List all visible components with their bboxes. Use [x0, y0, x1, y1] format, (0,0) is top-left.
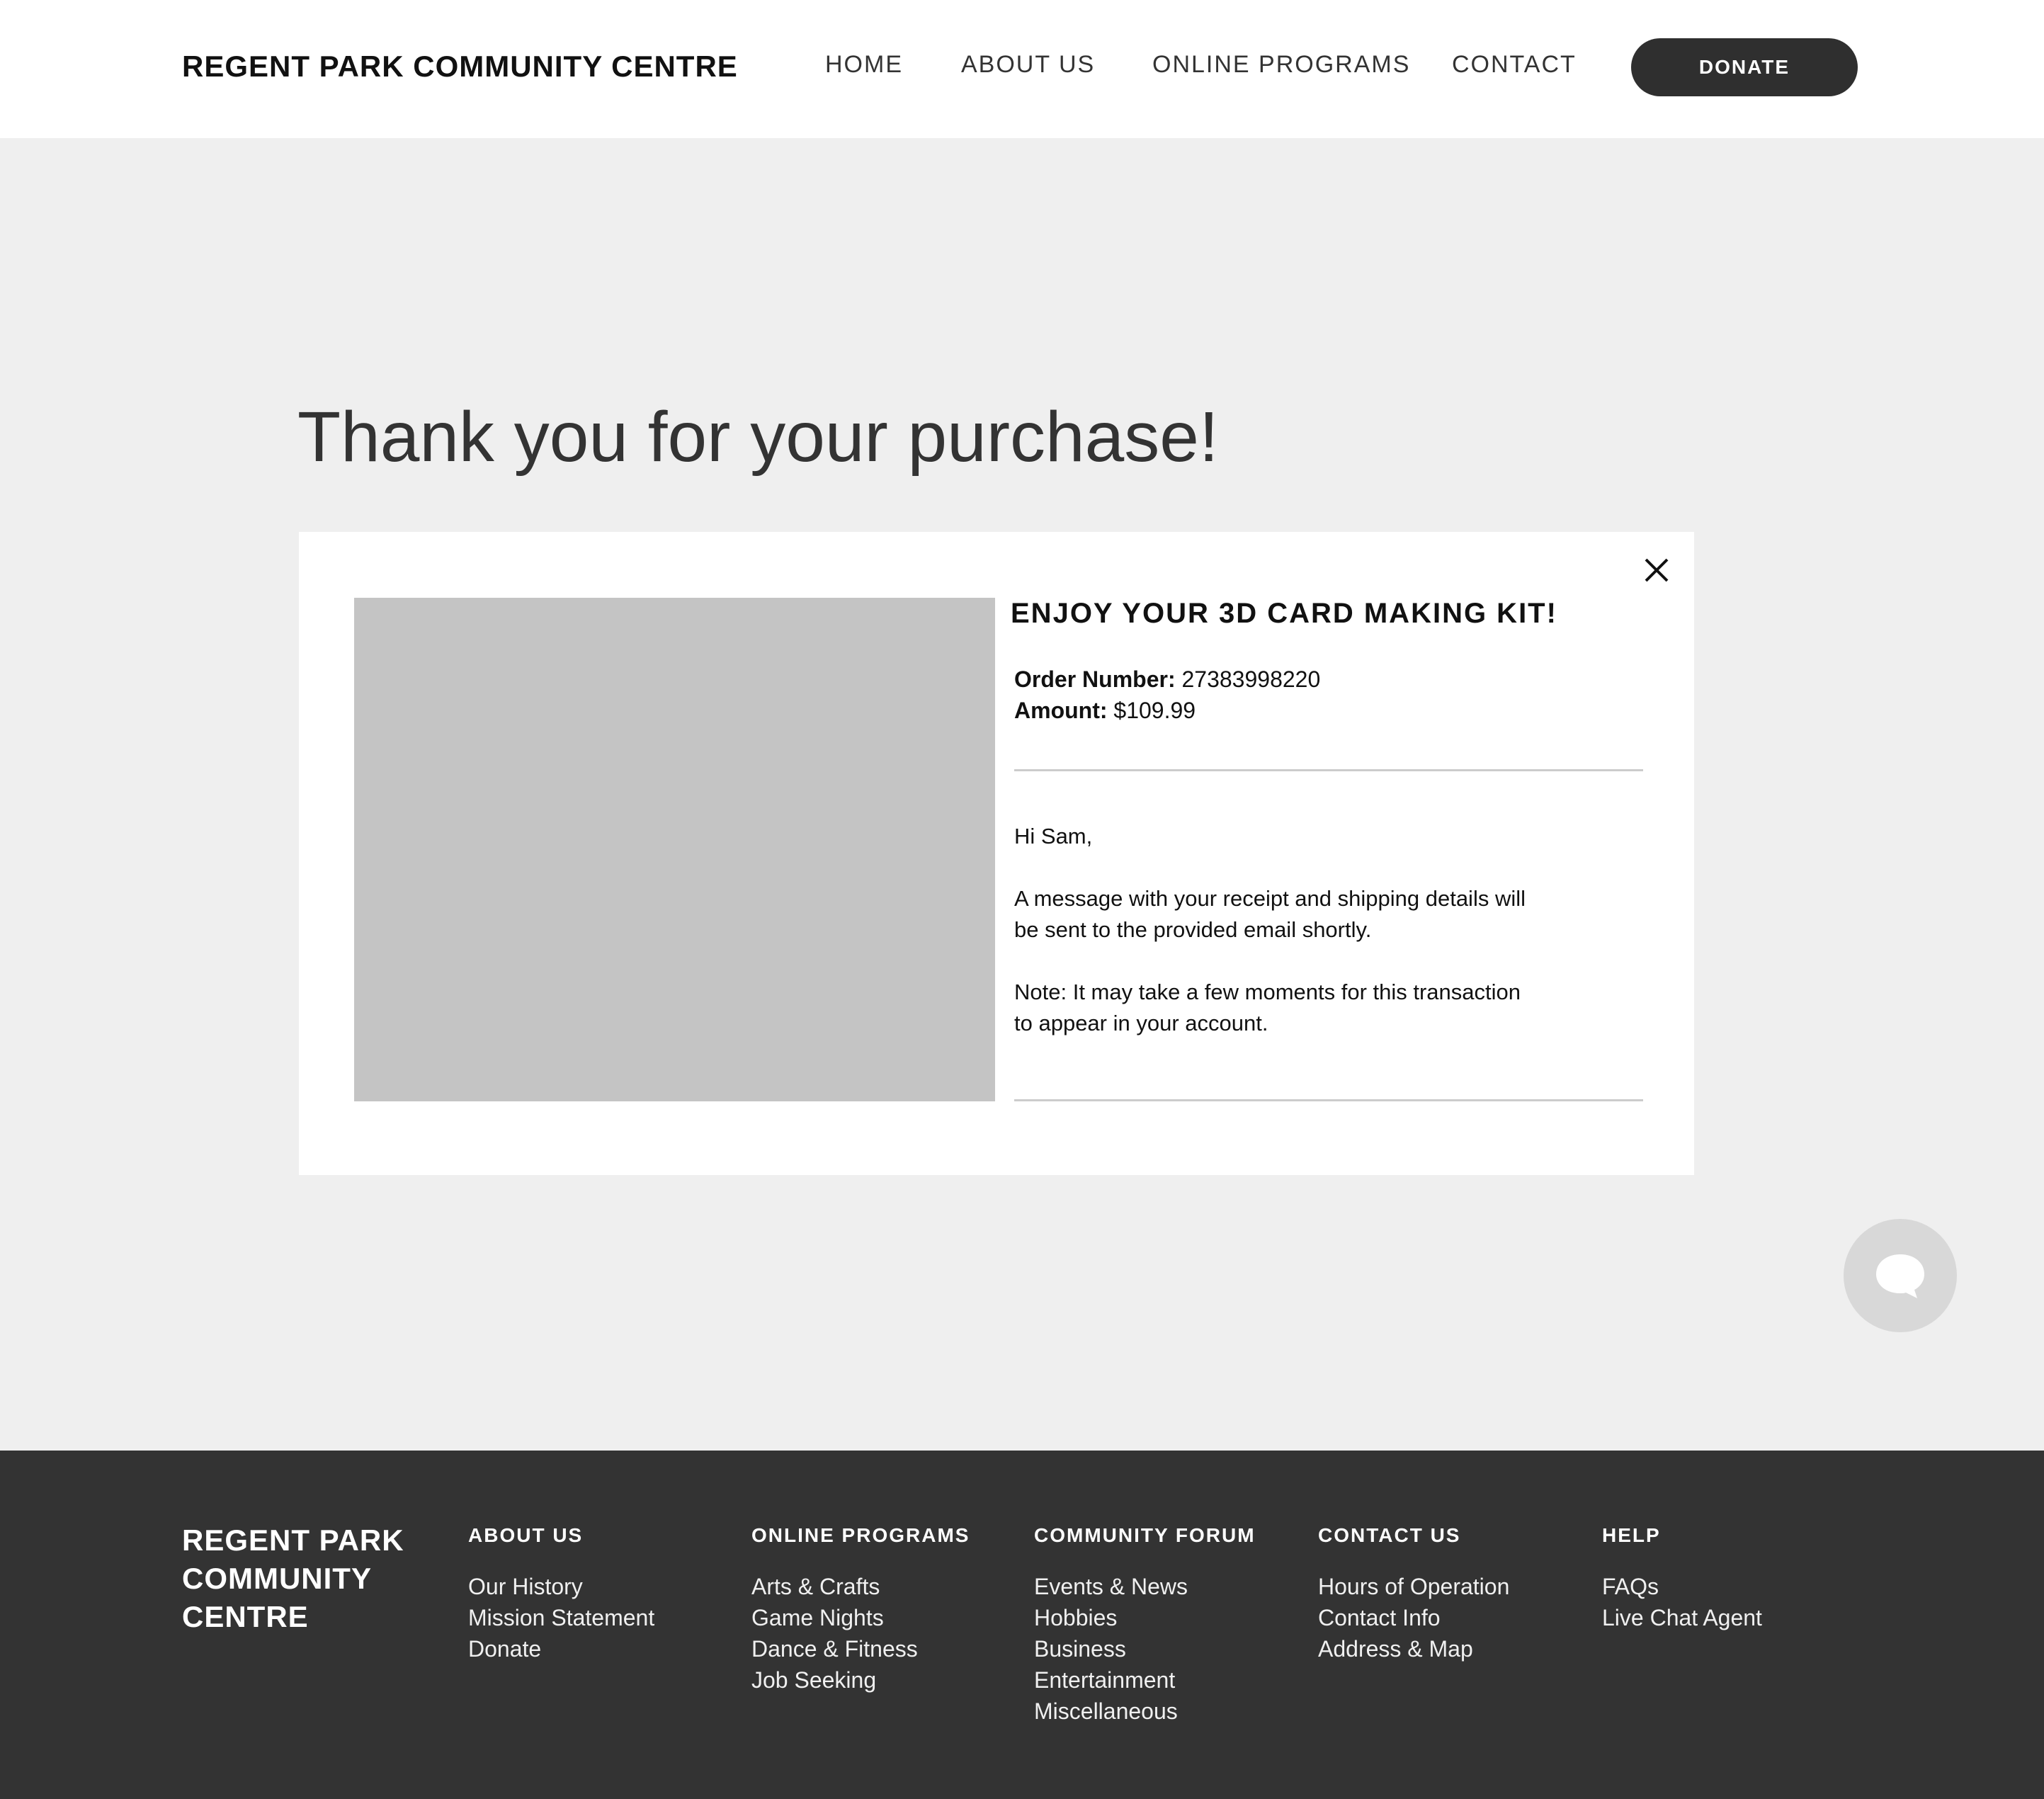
- footer-link-business[interactable]: Business: [1034, 1633, 1256, 1664]
- footer-col-about-us: ABOUT US Our History Mission Statement D…: [468, 1524, 654, 1664]
- footer-col-community-forum: COMMUNITY FORUM Events & News Hobbies Bu…: [1034, 1524, 1256, 1727]
- footer-col-title: CONTACT US: [1318, 1524, 1461, 1546]
- footer-link-live-chat-agent[interactable]: Live Chat Agent: [1602, 1602, 1762, 1633]
- note-line-2: to appear in your account.: [1014, 1011, 1268, 1035]
- footer-link-address-map[interactable]: Address & Map: [1318, 1633, 1509, 1664]
- footer-link-miscellaneous[interactable]: Miscellaneous: [1034, 1696, 1256, 1727]
- site-header: REGENT PARK COMMUNITY CENTRE HOME ABOUT …: [0, 0, 2044, 138]
- amount-line: Amount: $109.99: [1014, 698, 1196, 724]
- amount-value: $109.99: [1113, 698, 1196, 723]
- footer-brand-line: REGENT PARK: [182, 1523, 404, 1557]
- footer-brand-line: COMMUNITY: [182, 1562, 372, 1595]
- live-chat-button[interactable]: [1844, 1219, 1957, 1332]
- note-line-1: Note: It may take a few moments for this…: [1014, 980, 1521, 1004]
- footer-link-arts-crafts[interactable]: Arts & Crafts: [751, 1571, 970, 1602]
- amount-label: Amount:: [1014, 698, 1108, 723]
- footer-link-game-nights[interactable]: Game Nights: [751, 1602, 970, 1633]
- footer-link-faqs[interactable]: FAQs: [1602, 1571, 1762, 1602]
- footer-link-hours[interactable]: Hours of Operation: [1318, 1571, 1509, 1602]
- footer-link-dance-fitness[interactable]: Dance & Fitness: [751, 1633, 970, 1664]
- footer-col-title: COMMUNITY FORUM: [1034, 1524, 1256, 1546]
- divider-bottom: [1014, 1099, 1643, 1101]
- nav-home[interactable]: HOME: [825, 51, 903, 79]
- nav-online-programs[interactable]: ONLINE PROGRAMS: [1152, 51, 1410, 79]
- nav-about-us[interactable]: ABOUT US: [961, 51, 1095, 79]
- site-footer: REGENT PARK COMMUNITY CENTRE ABOUT US Ou…: [0, 1451, 2044, 1799]
- page-title: Thank you for your purchase!: [297, 397, 1219, 477]
- donate-button[interactable]: DONATE: [1631, 38, 1858, 96]
- purchase-confirmation-card: ENJOY YOUR 3D CARD MAKING KIT! Order Num…: [299, 532, 1694, 1175]
- greeting-text: Hi Sam,: [1014, 824, 1093, 849]
- footer-link-our-history[interactable]: Our History: [468, 1571, 654, 1602]
- close-icon[interactable]: [1636, 550, 1677, 591]
- divider-top: [1014, 769, 1643, 771]
- order-number-value: 27383998220: [1181, 666, 1321, 692]
- chat-bubble-icon: [1876, 1254, 1924, 1298]
- site-brand[interactable]: REGENT PARK COMMUNITY CENTRE: [182, 50, 738, 84]
- footer-link-events-news[interactable]: Events & News: [1034, 1571, 1256, 1602]
- footer-link-mission-statement[interactable]: Mission Statement: [468, 1602, 654, 1633]
- message-line-2: be sent to the provided email shortly.: [1014, 917, 1372, 942]
- footer-col-title: HELP: [1602, 1524, 1661, 1546]
- footer-link-contact-info[interactable]: Contact Info: [1318, 1602, 1509, 1633]
- order-number-label: Order Number:: [1014, 666, 1176, 692]
- footer-col-online-programs: ONLINE PROGRAMS Arts & Crafts Game Night…: [751, 1524, 970, 1696]
- footer-col-help: HELP FAQs Live Chat Agent: [1602, 1524, 1762, 1633]
- message-line-1: A message with your receipt and shipping…: [1014, 886, 1526, 911]
- nav-contact[interactable]: CONTACT: [1452, 51, 1577, 79]
- footer-link-donate[interactable]: Donate: [468, 1633, 654, 1664]
- footer-brand: REGENT PARK COMMUNITY CENTRE: [182, 1521, 416, 1636]
- order-number-line: Order Number: 27383998220: [1014, 666, 1320, 693]
- footer-col-title: ABOUT US: [468, 1524, 584, 1546]
- footer-link-hobbies[interactable]: Hobbies: [1034, 1602, 1256, 1633]
- footer-brand-line: CENTRE: [182, 1600, 309, 1633]
- product-image-placeholder: [354, 598, 995, 1101]
- footer-col-title: ONLINE PROGRAMS: [751, 1524, 970, 1546]
- footer-link-entertainment[interactable]: Entertainment: [1034, 1664, 1256, 1696]
- card-heading: ENJOY YOUR 3D CARD MAKING KIT!: [1011, 598, 1557, 629]
- footer-col-contact-us: CONTACT US Hours of Operation Contact In…: [1318, 1524, 1509, 1664]
- footer-link-job-seeking[interactable]: Job Seeking: [751, 1664, 970, 1696]
